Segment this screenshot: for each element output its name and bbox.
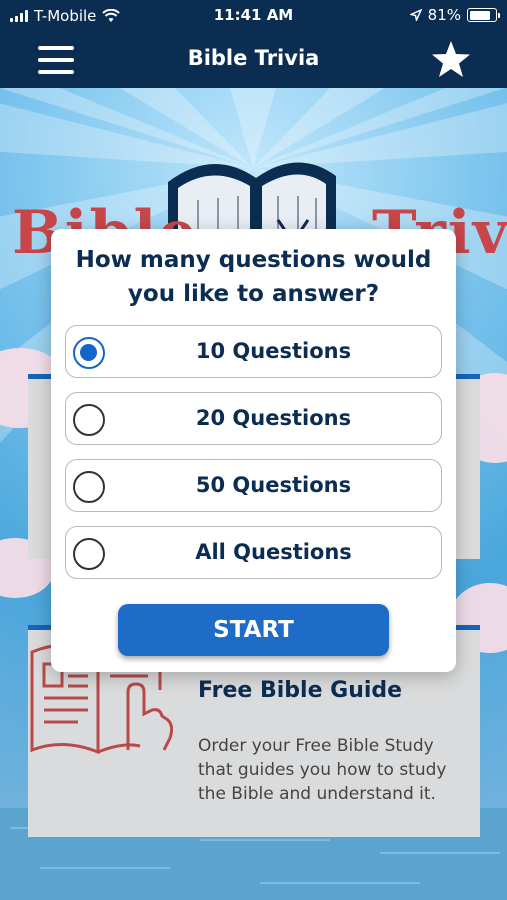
option-10-questions[interactable]: 10 Questions xyxy=(65,325,442,378)
star-icon[interactable] xyxy=(429,38,473,82)
battery-percent: 81% xyxy=(427,6,461,24)
radio-button[interactable] xyxy=(73,538,105,570)
nav-bar: Bible Trivia xyxy=(0,32,507,88)
radio-button[interactable] xyxy=(73,404,105,436)
status-bar: T-Mobile 11:41 AM 81% xyxy=(0,0,507,32)
option-label: 50 Questions xyxy=(195,473,352,497)
option-20-questions[interactable]: 20 Questions xyxy=(65,392,442,445)
radio-button[interactable] xyxy=(73,471,105,503)
option-50-questions[interactable]: 50 Questions xyxy=(65,459,442,512)
start-button[interactable]: START xyxy=(118,604,389,656)
option-all-questions[interactable]: All Questions xyxy=(65,526,442,579)
option-label: 10 Questions xyxy=(195,339,352,363)
guide-description: Order your Free Bible Study that guides … xyxy=(198,736,447,804)
location-arrow-icon xyxy=(409,9,422,21)
option-label: All Questions xyxy=(195,540,352,564)
option-label: 20 Questions xyxy=(195,406,352,430)
battery-fill xyxy=(469,10,490,20)
radio-button[interactable] xyxy=(73,337,105,369)
dialog-question: How many questions would you like to ans… xyxy=(75,247,432,307)
guide-title: Free Bible Guide xyxy=(198,678,403,703)
status-right: 81% xyxy=(409,6,500,24)
question-count-dialog: How many questions would you like to ans… xyxy=(51,229,456,672)
battery-icon xyxy=(467,8,500,22)
